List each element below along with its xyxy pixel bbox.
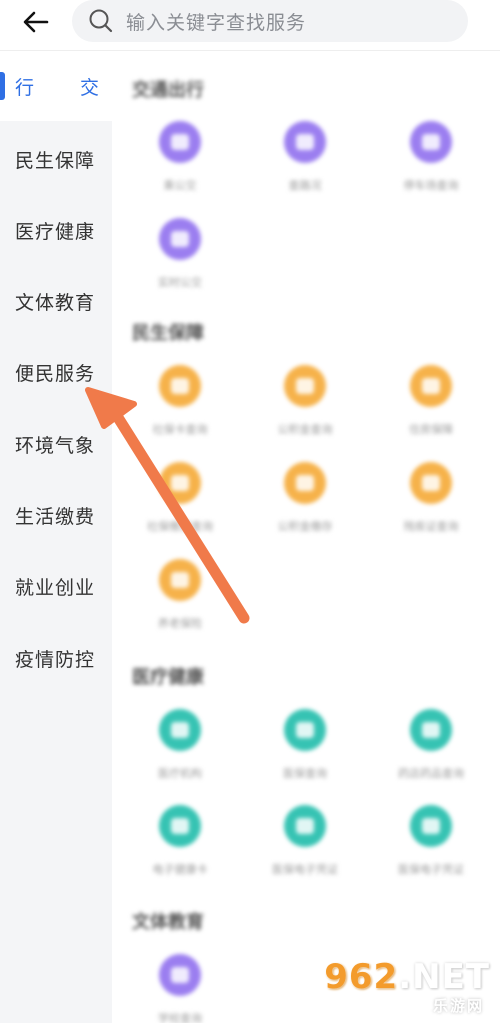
service-label: 实时公交 [158, 276, 202, 289]
service-content: 交通出行 乘公交 查路况 停车场查询 实时公交 民生保障 社保卡查询 公积金查询 [112, 51, 500, 1023]
search-icon [88, 8, 114, 34]
service-icon [284, 709, 326, 751]
service-icon [159, 121, 201, 163]
search-placeholder: 输入关键字查找服务 [126, 11, 307, 34]
service-icon [284, 805, 326, 847]
section-title: 民生保障 [132, 323, 204, 344]
service-label: 残疾证查询 [403, 520, 459, 533]
sidebar-item-label: 环境气象 [15, 434, 96, 457]
sidebar-item-label: 医疗健康 [15, 220, 96, 243]
service-tile[interactable]: 残疾证查询 [376, 462, 486, 552]
top-bar: 输入关键字查找服务 [0, 0, 500, 46]
sidebar-item-label: 行 [15, 76, 36, 99]
sidebar-item-transport[interactable]: 行 交 [0, 51, 112, 121]
sidebar-item-utility-payment[interactable]: 生活缴费 [0, 480, 112, 550]
sidebar-item-label: 生活缴费 [15, 505, 96, 528]
sidebar-item-livelihood[interactable]: 民生保障 [0, 124, 112, 194]
service-tile[interactable]: 乘公交 [125, 121, 235, 211]
service-tile[interactable]: 住房保障 [376, 365, 486, 455]
section-title: 文体教育 [132, 912, 204, 933]
sidebar-item-medical[interactable]: 医疗健康 [0, 195, 112, 265]
service-label: 社保缴费查询 [147, 520, 213, 533]
service-icon [410, 709, 452, 751]
active-indicator [0, 72, 5, 100]
service-icon [159, 365, 201, 407]
service-label: 养老保险 [158, 617, 202, 630]
service-icon [159, 218, 201, 260]
service-icon [410, 805, 452, 847]
service-label: 医保查询 [283, 767, 327, 780]
service-tile[interactable]: 学校查询 [125, 954, 235, 1023]
watermark-title: 962.NET [324, 957, 490, 997]
service-tile[interactable]: 实时公交 [125, 218, 235, 308]
service-label: 医保电子凭证 [398, 863, 464, 876]
service-tile[interactable]: 医疗机构 [125, 709, 235, 799]
sidebar-item-environment-weather[interactable]: 环境气象 [0, 409, 112, 479]
service-icon [410, 365, 452, 407]
service-tile[interactable]: 医保查询 [250, 709, 360, 799]
service-tile[interactable]: 社保缴费查询 [125, 462, 235, 552]
blurred-service-grid: 交通出行 乘公交 查路况 停车场查询 实时公交 民生保障 社保卡查询 公积金查询 [112, 51, 500, 1023]
category-sidebar: 行 交 民生保障 医疗健康 文体教育 便民服务 环境气象 生活缴费 就业创业 疫… [0, 51, 112, 1023]
service-tile[interactable]: 查路况 [250, 121, 360, 211]
service-label: 电子健康卡 [152, 863, 208, 876]
service-icon [159, 462, 201, 504]
watermark-subtitle: 乐游网 [432, 997, 484, 1015]
search-input[interactable]: 输入关键字查找服务 [72, 0, 468, 42]
service-icon [410, 121, 452, 163]
section-title: 交通出行 [132, 80, 204, 101]
section-title: 医疗健康 [132, 667, 204, 688]
arrow-left-icon [23, 11, 49, 33]
service-label: 乘公交 [163, 179, 197, 192]
service-icon [159, 559, 201, 601]
service-tile[interactable]: 医保电子凭证 [250, 805, 360, 895]
service-icon [159, 954, 201, 996]
service-tile[interactable]: 公积金缴存 [250, 462, 360, 552]
sidebar-item-culture-education[interactable]: 文体教育 [0, 266, 112, 336]
sidebar-item-epidemic-control[interactable]: 疫情防控 [0, 623, 112, 693]
service-tile[interactable]: 医保电子凭证 [376, 805, 486, 895]
service-tile[interactable]: 药店药品查询 [376, 709, 486, 799]
service-tile[interactable]: 养老保险 [125, 559, 235, 649]
service-label: 药店药品查询 [398, 767, 464, 780]
service-icon [410, 462, 452, 504]
back-button[interactable] [18, 6, 54, 38]
service-label: 公积金缴存 [277, 520, 333, 533]
service-label: 公积金查询 [277, 423, 333, 436]
site-watermark-logo: 962.NET 乐游网 [324, 957, 490, 1017]
sidebar-item-label: 便民服务 [15, 362, 96, 385]
sidebar-item-label: 就业创业 [15, 576, 96, 599]
service-icon [284, 121, 326, 163]
sidebar-item-employment[interactable]: 就业创业 [0, 551, 112, 621]
sidebar-item-label-right: 交 [79, 76, 100, 99]
sidebar-item-label: 民生保障 [15, 149, 96, 172]
service-tile[interactable]: 公积金查询 [250, 365, 360, 455]
service-icon [284, 462, 326, 504]
service-tile[interactable]: 电子健康卡 [125, 805, 235, 895]
service-label: 学校查询 [158, 1012, 202, 1023]
sidebar-item-convenience-services[interactable]: 便民服务 [0, 337, 112, 407]
service-label: 社保卡查询 [152, 423, 208, 436]
service-label: 医保电子凭证 [272, 863, 338, 876]
service-tile[interactable]: 社保卡查询 [125, 365, 235, 455]
service-icon [159, 805, 201, 847]
sidebar-item-label: 疫情防控 [15, 648, 96, 671]
service-icon [284, 365, 326, 407]
service-label: 停车场查询 [403, 179, 459, 192]
service-tile[interactable]: 停车场查询 [376, 121, 486, 211]
service-label: 住房保障 [409, 423, 453, 436]
service-label: 医疗机构 [158, 767, 202, 780]
sidebar-item-label: 文体教育 [15, 291, 96, 314]
service-icon [159, 709, 201, 751]
service-label: 查路况 [288, 179, 322, 192]
